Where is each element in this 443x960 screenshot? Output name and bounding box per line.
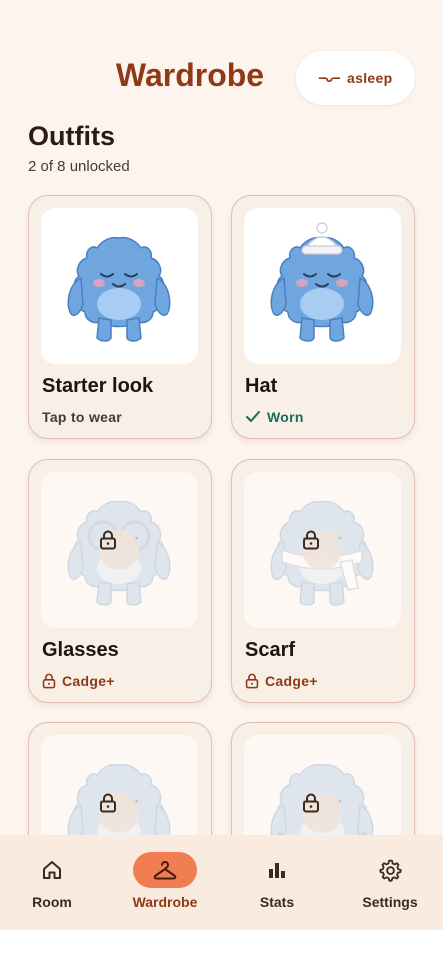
outfit-status: Cadge+ xyxy=(245,673,318,689)
outfit-preview xyxy=(244,735,401,835)
nav-label: Settings xyxy=(362,894,418,910)
hanger-icon xyxy=(153,861,177,880)
outfit-preview xyxy=(244,208,401,364)
lock-badge xyxy=(302,793,342,833)
lock-icon xyxy=(303,793,319,813)
nav-icon-container xyxy=(20,852,84,888)
nav-label: Room xyxy=(32,894,72,910)
bar-chart-icon xyxy=(269,863,285,878)
outfit-status: Cadge+ xyxy=(42,673,115,689)
outfit-status-label: Cadge+ xyxy=(62,673,115,689)
lock-badge xyxy=(302,530,342,570)
home-icon xyxy=(43,861,61,879)
nav-icon-container xyxy=(245,852,309,888)
system-gesture-area xyxy=(0,930,443,960)
outfit-preview xyxy=(41,472,198,628)
lock-icon xyxy=(42,673,56,689)
outfit-card-locked-5[interactable] xyxy=(28,722,212,835)
outfit-status-label: Cadge+ xyxy=(265,673,318,689)
outfit-name: Hat xyxy=(245,375,278,397)
nav-item-wardrobe[interactable]: Wardrobe xyxy=(110,835,220,930)
outfit-card-hat[interactable]: Hat Worn xyxy=(231,195,415,439)
nav-item-stats[interactable]: Stats xyxy=(222,835,332,930)
lock-icon xyxy=(100,530,116,550)
monster-illustration xyxy=(67,236,171,342)
nav-label: Stats xyxy=(259,894,295,910)
outfit-card-locked-6[interactable] xyxy=(231,722,415,835)
nav-item-settings[interactable]: Settings xyxy=(335,835,443,930)
outfit-name: Scarf xyxy=(245,639,296,661)
outfit-status-label: Worn xyxy=(267,409,304,425)
lock-badge xyxy=(99,530,139,570)
outfit-card-scarf[interactable]: Scarf Cadge+ xyxy=(231,459,415,703)
outfit-preview xyxy=(244,472,401,628)
outfit-card-starter-look[interactable]: Starter look Tap to wear xyxy=(28,195,212,439)
nav-icon-container xyxy=(133,852,197,888)
monster-with-hat-illustration xyxy=(270,222,374,342)
outfit-grid: Starter look Tap to wear Hat Worn Glasse… xyxy=(0,0,443,835)
nav-item-room[interactable]: Room xyxy=(0,835,107,930)
outfit-name: Glasses xyxy=(42,639,119,661)
bottom-nav: Room Wardrobe Stats Settings xyxy=(0,835,443,930)
lock-icon xyxy=(100,793,116,813)
check-icon xyxy=(246,411,260,422)
outfit-status: Tap to wear xyxy=(42,409,122,425)
outfit-preview xyxy=(41,735,198,835)
outfit-name: Starter look xyxy=(42,375,154,397)
lock-icon xyxy=(245,673,259,689)
outfit-status-label: Tap to wear xyxy=(42,409,123,425)
lock-badge xyxy=(99,793,139,833)
nav-icon-container xyxy=(358,852,422,888)
outfit-card-glasses[interactable]: Glasses Cadge+ xyxy=(28,459,212,703)
outfit-preview xyxy=(41,208,198,364)
hat-icon xyxy=(301,222,343,255)
nav-label: Wardrobe xyxy=(132,894,198,910)
outfit-status: Worn xyxy=(245,409,304,425)
gear-icon xyxy=(379,859,402,882)
lock-icon xyxy=(303,530,319,550)
